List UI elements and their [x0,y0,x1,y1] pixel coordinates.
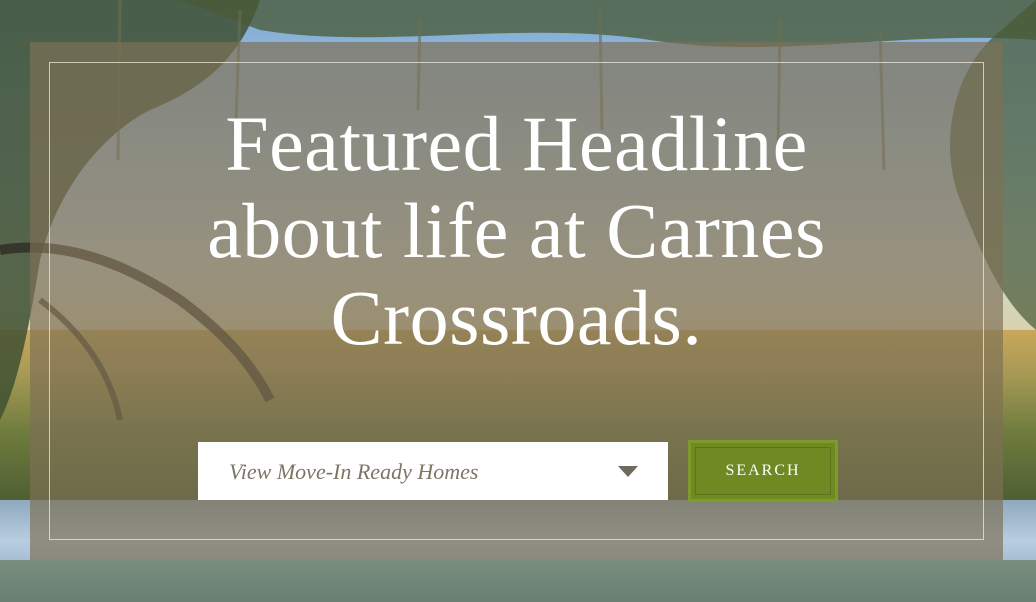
headline-line-1: Featured Headline [225,100,808,187]
hero-overlay-card: Featured Headline about life at Carnes C… [30,42,1003,560]
hero-headline: Featured Headline about life at Carnes C… [30,100,1003,361]
search-button[interactable]: SEARCH [688,440,838,502]
headline-line-3: Crossroads. [330,274,703,361]
select-value: View Move-In Ready Homes [229,459,479,484]
homes-filter-select[interactable]: View Move-In Ready Homes [198,442,668,500]
chevron-down-icon[interactable] [618,466,638,477]
search-button-label: SEARCH [725,462,801,479]
headline-line-2: about life at Carnes [207,187,826,274]
search-button-inner: SEARCH [695,447,831,495]
